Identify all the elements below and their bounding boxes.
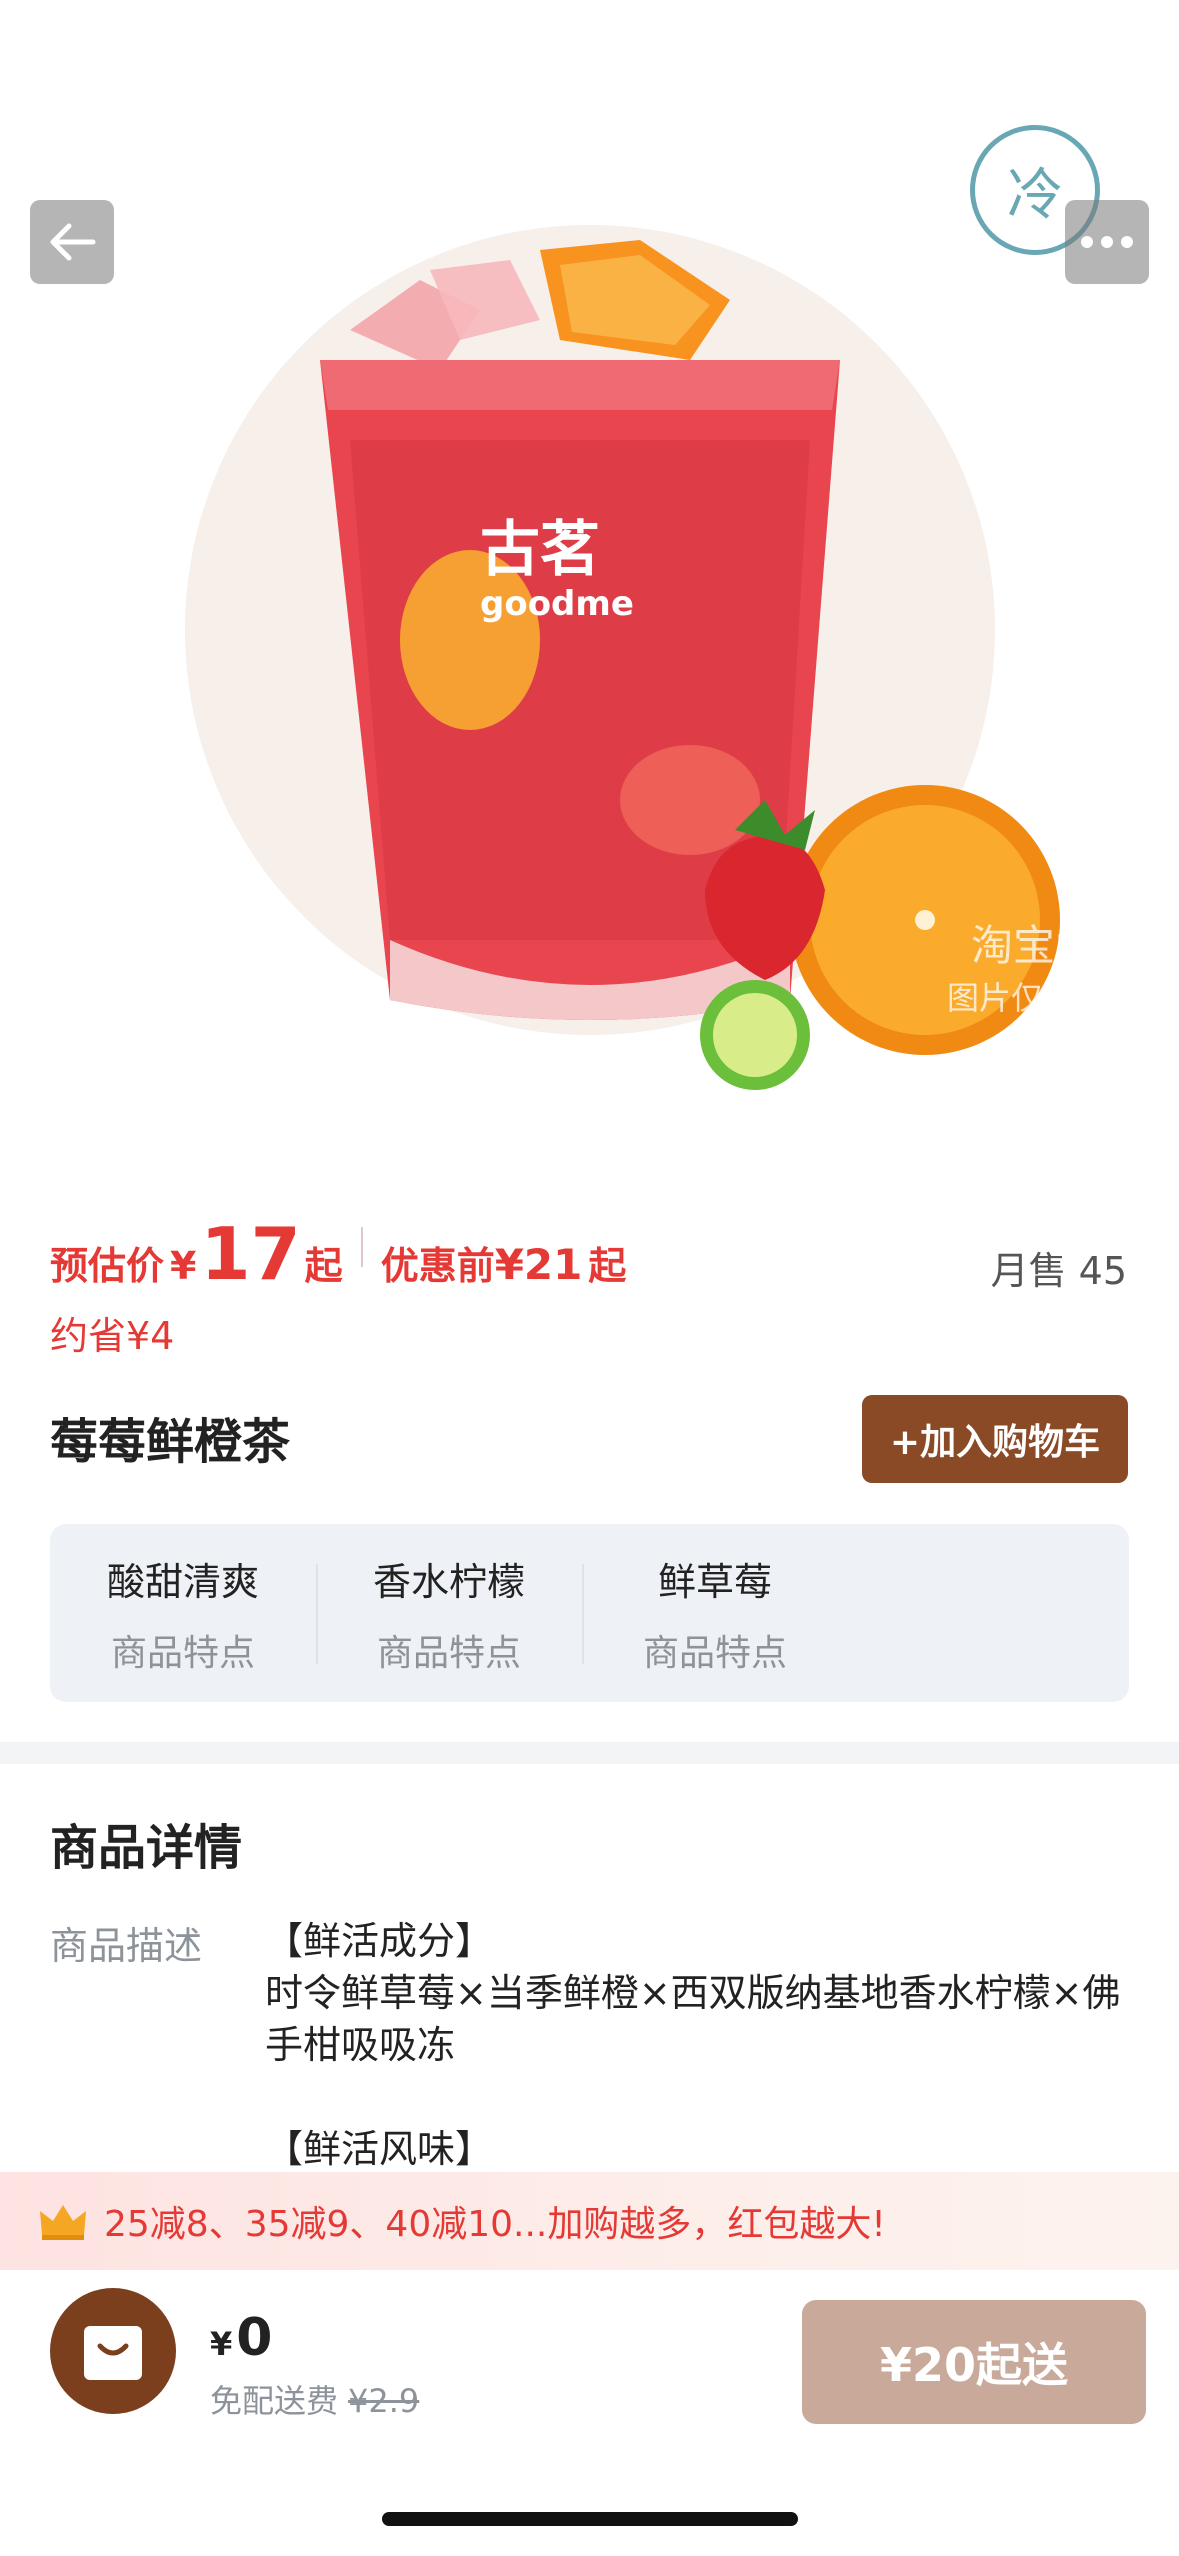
back-button[interactable] [30,200,114,284]
price-row: 预估价 ¥ 17 起 优惠前 ¥21 起 [50,1212,626,1296]
original-price-value: ¥21 [494,1240,583,1289]
price-currency: ¥ [170,1244,197,1288]
estimated-price-label: 预估价 [50,1244,165,1288]
promo-text: 25减8、35减9、40减10...加购越多，红包越大! [104,2204,886,2245]
feature-item: 酸甜清爽 商品特点 [50,1524,316,1702]
cup-brand-cn: 古茗 [480,515,600,585]
price-from-suffix: 起 [304,1244,343,1288]
feature-name: 鲜草莓 [657,1559,772,1604]
delivery-fee-label: 免配送费 [210,2382,339,2420]
delivery-fee-original: ¥2.9 [348,2382,420,2420]
more-dots-icon [1081,236,1133,248]
description-label: 商品描述 [50,1924,203,1968]
feature-label: 商品特点 [376,1632,521,1674]
feature-label: 商品特点 [110,1632,255,1674]
estimated-price-value: 17 [200,1212,301,1296]
feature-name: 香水柠檬 [372,1559,525,1604]
add-to-cart-button[interactable]: +加入购物车 [862,1395,1128,1483]
original-price-label: 优惠前 [380,1244,495,1288]
watermark-line-2: 图片仅供参考 [946,979,1139,1017]
cart-total: ¥ 0 [210,2308,272,2368]
price-separator [360,1227,363,1267]
feature-item: 香水柠檬 商品特点 [316,1524,582,1702]
feature-label: 商品特点 [642,1632,787,1674]
arrow-left-icon [50,223,96,261]
saving-amount: 约省¥4 [50,1314,175,1358]
image-watermark: 淘宝闪购 图片仅供参考 [947,920,1139,1024]
delivery-fee: 免配送费 ¥2.9 [210,2376,419,2422]
description-text: 【鲜活成分】 时令鲜草莓×当季鲜橙×西双版纳基地香水柠檬×佛手柑吸吸冻 【鲜活风… [265,1919,1121,2171]
feature-item: 鲜草莓 商品特点 [582,1524,848,1702]
home-indicator [382,2512,798,2526]
cart-total-amount: 0 [236,2308,273,2368]
section-divider [0,1742,1179,1764]
promo-banner[interactable]: 25减8、35减9、40减10...加购越多，红包越大! [0,2172,1179,2270]
more-options-button[interactable] [1065,200,1149,284]
watermark-line-1: 淘宝闪购 [970,921,1139,970]
product-name: 莓莓鲜橙茶 [50,1414,291,1470]
product-hero-image: 古茗 goodme 淘宝闪购 图片仅供参考 冷 [0,0,1179,1180]
feature-name: 酸甜清爽 [106,1559,259,1604]
cart-currency: ¥ [210,2325,233,2363]
original-price-suffix: 起 [588,1244,627,1288]
shopping-bag-icon [84,2326,142,2380]
checkout-button[interactable]: ¥20起送 [802,2300,1146,2424]
feature-tags: 酸甜清爽 商品特点 香水柠檬 商品特点 鲜草莓 商品特点 [50,1524,1129,1702]
cup-brand-en: goodme [480,584,634,624]
details-title: 商品详情 [50,1820,243,1876]
monthly-sales: 月售 45 [990,1249,1127,1293]
cart-button[interactable] [50,2288,176,2414]
crown-icon [40,2205,86,2240]
